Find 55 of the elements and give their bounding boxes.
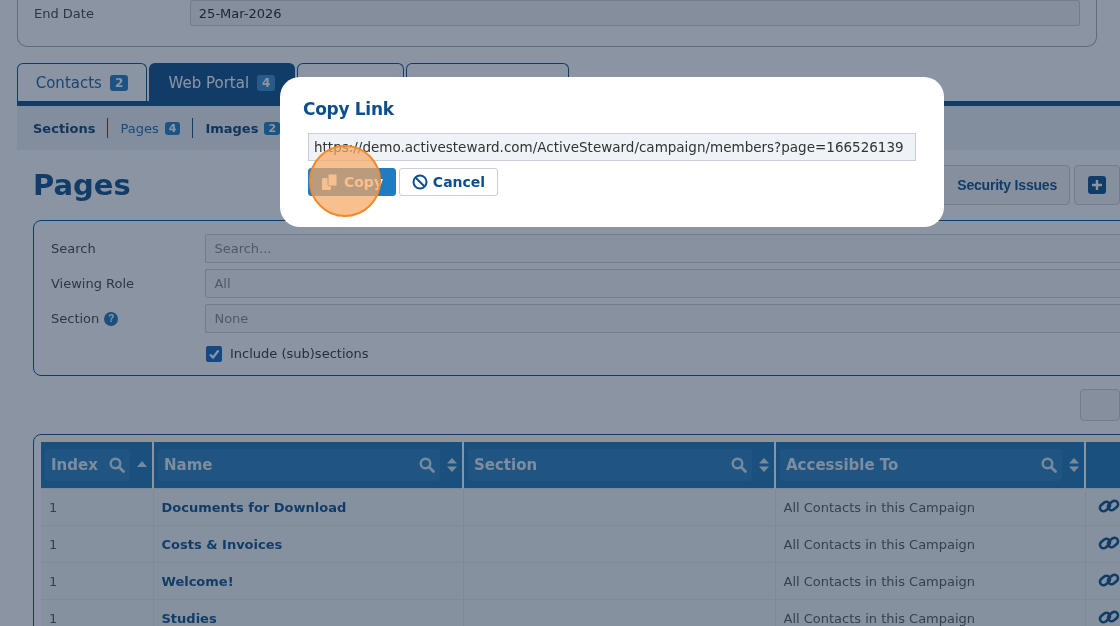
chain-link-icon xyxy=(1097,533,1120,552)
cancel-button[interactable]: Cancel xyxy=(399,168,498,196)
table-cell: 1 xyxy=(49,499,58,515)
copy-link-button[interactable] xyxy=(1097,496,1120,515)
page-title: Pages xyxy=(32,168,131,202)
page-link[interactable]: Welcome! xyxy=(161,573,234,589)
field-label: Viewing Role xyxy=(51,276,135,291)
count-badge: 4 xyxy=(257,74,276,91)
help-icon[interactable]: ? xyxy=(104,311,119,326)
copy-link-button[interactable] xyxy=(1097,570,1120,589)
date-field[interactable]: 25-Mar-2026 xyxy=(189,0,1080,26)
checkbox[interactable] xyxy=(206,345,222,362)
tab[interactable]: Web Portal 4 xyxy=(149,63,295,101)
check-icon xyxy=(208,347,220,360)
chain-link-icon xyxy=(1097,570,1120,589)
count-badge: 4 xyxy=(164,121,181,135)
table-cell: All Contacts in this Campaign xyxy=(783,610,976,626)
copy-link-button[interactable] xyxy=(1097,533,1120,552)
checkbox-label: Include (sub)sections xyxy=(230,346,369,361)
table-cell: 1 xyxy=(49,536,58,552)
url-field[interactable]: https://demo.activesteward.com/ActiveSteward/campaign/members?page=166526139 xyxy=(308,133,916,161)
table-cell: All Contacts in this Campaign xyxy=(783,499,976,515)
field-label: Search xyxy=(51,241,96,256)
field-label: Section xyxy=(51,311,100,326)
column-header[interactable]: Section xyxy=(468,449,752,481)
table-cell: All Contacts in this Campaign xyxy=(783,536,976,552)
count-badge: 2 xyxy=(109,74,129,91)
count-badge: 2 xyxy=(264,121,281,135)
table-cell: All Contacts in this Campaign xyxy=(783,573,976,589)
search-field[interactable]: All xyxy=(205,269,1120,298)
search-field[interactable]: None xyxy=(205,304,1120,333)
subnav-link[interactable]: Images 2 xyxy=(205,120,281,136)
prohibited-icon xyxy=(411,174,428,190)
plus-icon xyxy=(1088,176,1106,194)
chain-link-icon xyxy=(1097,496,1120,515)
search-icon xyxy=(1041,457,1057,473)
copy-link-button[interactable] xyxy=(1097,607,1120,626)
chain-link-icon xyxy=(1097,607,1120,626)
field-label: End Date xyxy=(34,5,95,21)
search-icon xyxy=(731,457,747,473)
subnav-link[interactable]: Sections xyxy=(33,120,96,136)
tab[interactable]: Contacts 2 xyxy=(17,63,147,101)
search-icon xyxy=(419,457,435,473)
add-button[interactable] xyxy=(1074,165,1120,205)
page-link[interactable]: Studies xyxy=(161,610,217,626)
table-cell: 1 xyxy=(49,573,58,589)
search-icon xyxy=(109,457,125,473)
subnav-link[interactable]: Pages 4 xyxy=(120,120,181,136)
search-field[interactable]: Search... xyxy=(205,234,1120,263)
column-header[interactable]: Accessible To xyxy=(780,449,1062,481)
table-cell: 1 xyxy=(49,610,58,626)
dialog-title: Copy Link xyxy=(303,99,395,119)
column-header[interactable]: Name xyxy=(158,449,440,481)
column-header[interactable]: Index xyxy=(45,449,130,481)
page-link[interactable]: Costs & Invoices xyxy=(161,536,283,552)
